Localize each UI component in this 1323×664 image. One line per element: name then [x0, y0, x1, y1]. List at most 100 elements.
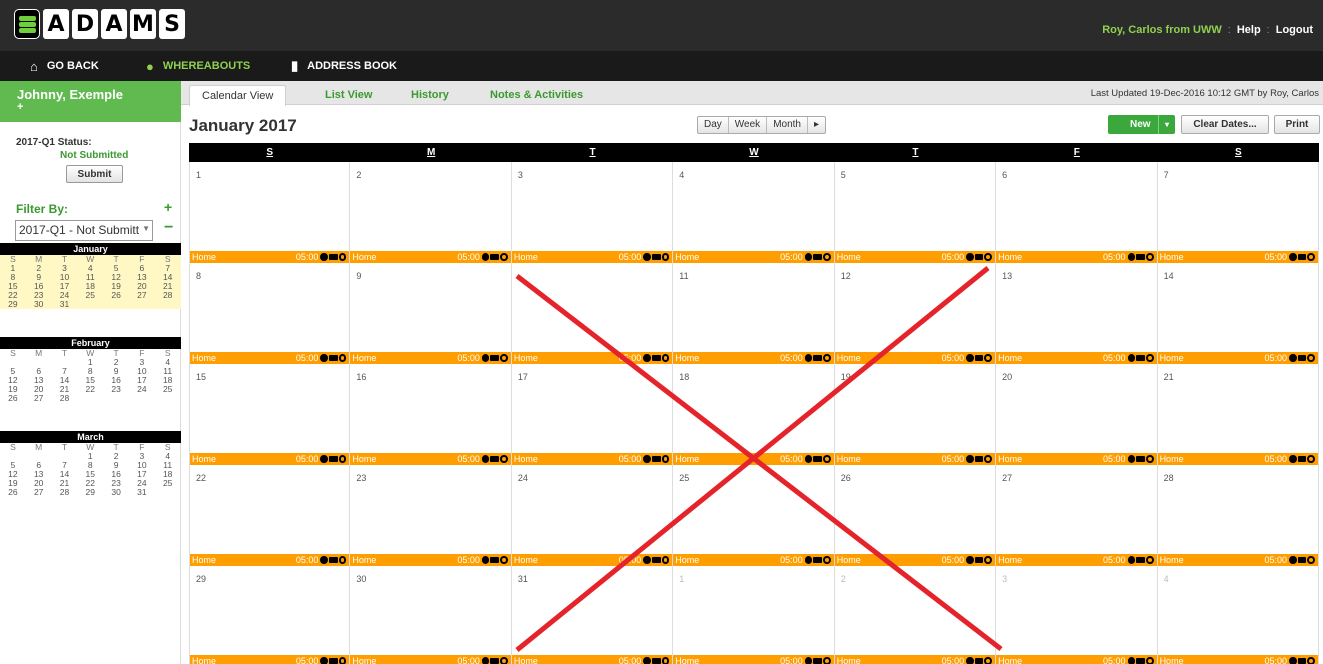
location-entry[interactable]: Home 05:00 — [190, 352, 350, 364]
calendar-day-cell[interactable]: 31 Home 05:00 — [511, 566, 674, 664]
location-entry[interactable]: Home 05:00 — [673, 453, 834, 465]
location-entry[interactable]: Home 05:00 — [834, 655, 996, 664]
location-entry[interactable]: Home 05:00 — [350, 251, 511, 263]
mini-day[interactable]: 26 — [103, 291, 129, 300]
location-entry[interactable]: Home 05:00 — [1157, 554, 1318, 566]
athlete-header[interactable]: Johnny, Exemple + — [0, 81, 181, 122]
help-link[interactable]: Help — [1237, 24, 1261, 36]
new-dropdown-caret-icon[interactable]: ▾ — [1158, 115, 1175, 134]
week-view-button[interactable]: Week — [729, 117, 768, 133]
calendar-day-cell[interactable]: 16 Home 05:00 — [350, 364, 512, 465]
calendar-day-cell[interactable]: 4 Home 05:00 — [1157, 566, 1319, 664]
calendar-day-cell[interactable]: 8 Home 05:00 — [189, 263, 351, 364]
calendar-day-cell[interactable]: 2 Home 05:00 — [834, 566, 997, 664]
calendar-day-cell[interactable]: 29 Home 05:00 — [189, 566, 351, 664]
location-entry[interactable]: Home 05:00 — [673, 251, 834, 263]
tab-calendar-view[interactable]: Calendar View — [189, 85, 287, 106]
user-name-link[interactable]: Roy, Carlos from UWW — [1102, 24, 1222, 36]
location-entry[interactable]: Home 05:00 — [1157, 453, 1318, 465]
location-entry[interactable]: Home 05:00 — [834, 251, 996, 263]
calendar-day-cell[interactable]: 25 Home 05:00 — [673, 465, 835, 566]
calendar-day-cell[interactable]: 23 Home 05:00 — [350, 465, 512, 566]
mini-day[interactable]: 27 — [129, 291, 155, 300]
calendar-day-cell[interactable]: 5 Home 05:00 — [834, 162, 997, 263]
location-entry[interactable]: Home 05:00 — [511, 251, 673, 263]
mini-day[interactable]: 28 — [155, 291, 181, 300]
calendar-day-cell[interactable]: 11 Home 05:00 — [673, 263, 835, 364]
calendar-day-cell[interactable]: 4 Home 05:00 — [673, 162, 835, 263]
mini-day[interactable]: 30 — [103, 488, 129, 497]
calendar-day-cell[interactable]: 7 Home 05:00 — [1157, 162, 1319, 263]
calendar-day-cell[interactable]: Home 05:00 — [511, 263, 674, 364]
mini-day[interactable]: 25 — [77, 291, 103, 300]
adams-logo[interactable]: A D A M S — [14, 9, 185, 39]
location-entry[interactable]: Home 05:00 — [511, 352, 673, 364]
location-entry[interactable]: Home 05:00 — [996, 453, 1157, 465]
tab-list-view[interactable]: List View — [313, 85, 384, 105]
location-entry[interactable]: Home 05:00 — [350, 453, 511, 465]
location-entry[interactable]: Home 05:00 — [834, 453, 996, 465]
month-view-button[interactable]: Month — [767, 117, 808, 133]
clear-dates-button[interactable]: Clear Dates... — [1181, 115, 1269, 134]
location-entry[interactable]: Home 05:00 — [350, 554, 511, 566]
filter-add-button[interactable]: + — [164, 199, 172, 215]
location-entry[interactable]: Home 05:00 — [190, 453, 350, 465]
calendar-day-cell[interactable]: 21 Home 05:00 — [1157, 364, 1319, 465]
location-entry[interactable]: Home 05:00 — [1157, 251, 1318, 263]
mini-day[interactable]: 28 — [52, 394, 78, 403]
location-entry[interactable]: Home 05:00 — [834, 554, 996, 566]
calendar-day-cell[interactable]: 3 Home 05:00 — [996, 566, 1158, 664]
print-button[interactable]: Print — [1274, 115, 1320, 134]
mini-day[interactable]: 26 — [0, 394, 26, 403]
mini-day[interactable]: 24 — [129, 385, 155, 394]
mini-day[interactable]: 27 — [26, 394, 52, 403]
calendar-day-cell[interactable]: 9 Home 05:00 — [350, 263, 512, 364]
calendar-day-cell[interactable]: 14 Home 05:00 — [1157, 263, 1319, 364]
nav-whereabouts[interactable]: ● WHEREABOUTS — [146, 51, 250, 81]
calendar-day-cell[interactable]: 27 Home 05:00 — [996, 465, 1158, 566]
location-entry[interactable]: Home 05:00 — [673, 655, 834, 664]
mini-day[interactable]: 26 — [0, 488, 26, 497]
location-entry[interactable]: Home 05:00 — [190, 655, 350, 664]
calendar-day-cell[interactable]: 13 Home 05:00 — [996, 263, 1158, 364]
calendar-day-cell[interactable]: 22 Home 05:00 — [189, 465, 351, 566]
calendar-day-cell[interactable]: 30 Home 05:00 — [350, 566, 512, 664]
location-entry[interactable]: Home 05:00 — [350, 655, 511, 664]
new-button[interactable]: New ▾ — [1108, 115, 1175, 134]
calendar-day-cell[interactable]: 2 Home 05:00 — [350, 162, 512, 263]
submit-button[interactable]: Submit — [66, 165, 123, 183]
location-entry[interactable]: Home 05:00 — [996, 554, 1157, 566]
calendar-day-cell[interactable]: 26 Home 05:00 — [834, 465, 997, 566]
mini-day[interactable]: 23 — [103, 385, 129, 394]
mini-day[interactable]: 25 — [155, 479, 181, 488]
tab-history[interactable]: History — [399, 85, 461, 105]
location-entry[interactable]: Home 05:00 — [996, 251, 1157, 263]
location-entry[interactable]: Home 05:00 — [996, 655, 1157, 664]
location-entry[interactable]: Home 05:00 — [834, 352, 996, 364]
logout-link[interactable]: Logout — [1276, 24, 1313, 36]
location-entry[interactable]: Home 05:00 — [673, 352, 834, 364]
location-entry[interactable]: Home 05:00 — [1157, 352, 1318, 364]
mini-day[interactable]: 22 — [77, 385, 103, 394]
location-entry[interactable]: Home 05:00 — [996, 352, 1157, 364]
calendar-day-cell[interactable]: 20 Home 05:00 — [996, 364, 1158, 465]
nav-address-book[interactable]: ▮ ADDRESS BOOK — [291, 51, 397, 81]
location-entry[interactable]: Home 05:00 — [190, 554, 350, 566]
calendar-day-cell[interactable]: 12 Home 05:00 — [834, 263, 997, 364]
mini-day[interactable]: 29 — [0, 300, 26, 309]
calendar-day-cell[interactable]: 1 Home 05:00 — [673, 566, 835, 664]
location-entry[interactable]: Home 05:00 — [1157, 655, 1318, 664]
filter-select[interactable]: 2017-Q1 - Not Submitt ▼ — [15, 220, 153, 241]
calendar-day-cell[interactable]: 18 Home 05:00 — [673, 364, 835, 465]
calendar-day-cell[interactable]: 19 Home 05:00 — [834, 364, 997, 465]
calendar-day-cell[interactable]: 1 Home 05:00 — [189, 162, 351, 263]
location-entry[interactable]: Home 05:00 — [350, 352, 511, 364]
mini-day[interactable]: 31 — [52, 300, 78, 309]
location-entry[interactable]: Home 05:00 — [511, 453, 673, 465]
tab-notes-activities[interactable]: Notes & Activities — [478, 85, 595, 105]
mini-day[interactable]: 28 — [52, 488, 78, 497]
location-entry[interactable]: Home 05:00 — [511, 655, 673, 664]
nav-go-back[interactable]: ⌂ GO BACK — [30, 51, 99, 81]
mini-day[interactable]: 25 — [155, 385, 181, 394]
calendar-day-cell[interactable]: 3 Home 05:00 — [511, 162, 674, 263]
